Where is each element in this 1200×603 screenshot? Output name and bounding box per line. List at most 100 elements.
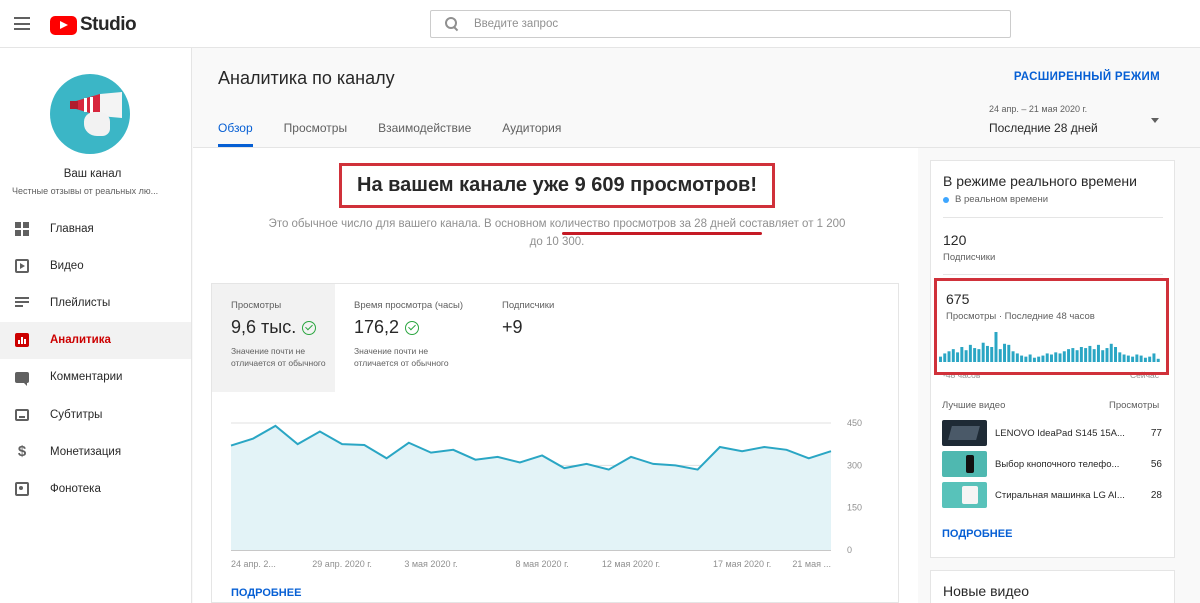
channel-name: Ваш канал <box>63 168 122 180</box>
search-input[interactable] <box>474 18 974 30</box>
top-video-row[interactable]: LENOVO IdeaPad S145 15A... 77 <box>942 420 1162 446</box>
menu-icon[interactable] <box>14 17 30 30</box>
metric-label: Время просмотра (часы) <box>354 300 463 311</box>
y-tick-label: 0 <box>847 545 852 555</box>
x-tick-label: 17 мая 2020 г. <box>713 559 771 569</box>
tab-engagement[interactable]: Взаимодействие <box>378 112 471 147</box>
metric-label: Подписчики <box>502 300 555 311</box>
realtime-live-label: В реальном времени <box>955 194 1049 205</box>
date-range[interactable]: 24 апр. – 21 мая 2020 г. <box>989 104 1087 114</box>
data-point[interactable] <box>473 458 477 462</box>
data-point[interactable] <box>385 456 389 460</box>
sidebar-item-playlists[interactable]: Плейлисты <box>0 284 191 321</box>
metric-subscribers[interactable]: Подписчики +9 <box>483 284 603 392</box>
date-period-select[interactable]: Последние 28 дней <box>989 121 1098 135</box>
overview-more-link[interactable]: ПОДРОБНЕЕ <box>231 587 301 599</box>
data-point[interactable] <box>696 468 700 472</box>
metric-value-text: 9,6 тыс. <box>231 317 297 337</box>
metric-note: Значение почти не отличается от обычного <box>231 346 326 368</box>
data-point[interactable] <box>762 445 766 449</box>
sidebar-item-label: Видео <box>50 259 84 272</box>
divider <box>943 217 1163 218</box>
audio-library-icon <box>14 481 30 497</box>
data-point[interactable] <box>429 451 433 455</box>
data-point[interactable] <box>562 466 566 470</box>
data-point[interactable] <box>340 442 344 446</box>
data-point[interactable] <box>807 456 811 460</box>
monetization-icon: $ <box>17 443 27 461</box>
advanced-mode-link[interactable]: РАСШИРЕННЫЙ РЕЖИМ <box>1014 71 1160 83</box>
tab-audience[interactable]: Аудитория <box>502 112 561 147</box>
x-tick-label: 21 мая ... <box>792 559 831 569</box>
sidebar-item-comments[interactable]: Комментарии <box>0 359 191 396</box>
data-point[interactable] <box>718 445 722 449</box>
metric-value-text: 176,2 <box>354 317 400 337</box>
video-views: 28 <box>1150 489 1162 501</box>
sidebar-item-label: Фонотека <box>50 482 101 495</box>
realtime-title: В режиме реального времени <box>943 173 1137 189</box>
video-views: 56 <box>1150 458 1162 470</box>
video-thumbnail <box>942 482 987 508</box>
data-point[interactable] <box>651 462 655 466</box>
overview-headline: На вашем канале уже 9 609 просмотров! <box>357 174 757 196</box>
data-point[interactable] <box>829 449 833 453</box>
y-tick-label: 150 <box>847 503 862 513</box>
sidebar-item-monetization[interactable]: $ Монетизация <box>0 433 191 470</box>
y-tick-label: 300 <box>847 460 862 470</box>
data-point[interactable] <box>673 463 677 467</box>
data-point[interactable] <box>518 461 522 465</box>
sidebar-item-label: Главная <box>50 222 94 235</box>
sidebar-nav: Главная Видео Плейлисты Аналитика Коммен… <box>0 210 191 508</box>
data-point[interactable] <box>296 442 300 446</box>
realtime-views-label: Просмотры · Последние 48 часов <box>946 311 1095 322</box>
realtime-more-link[interactable]: ПОДРОБНЕЕ <box>942 528 1012 540</box>
data-point[interactable] <box>740 449 744 453</box>
dropdown-caret-icon[interactable] <box>1151 118 1159 123</box>
search-box[interactable] <box>430 10 1011 38</box>
sidebar-item-videos[interactable]: Видео <box>0 247 191 284</box>
data-point[interactable] <box>540 453 544 457</box>
x-tick-label: 3 мая 2020 г. <box>404 559 457 569</box>
studio-logo[interactable]: Studio <box>50 14 137 36</box>
x-tick-label: 8 мая 2020 г. <box>515 559 568 569</box>
data-point[interactable] <box>273 424 277 428</box>
data-point[interactable] <box>251 437 255 441</box>
analytics-tabs: Обзор Просмотры Взаимодействие Аудитория <box>218 112 592 147</box>
analytics-icon <box>14 332 30 348</box>
metric-views[interactable]: Просмотры 9,6 тыс. Значение почти не отл… <box>212 284 335 392</box>
highlight-underline <box>562 232 762 235</box>
data-point[interactable] <box>362 443 366 447</box>
sidebar-item-subtitles[interactable]: Субтитры <box>0 396 191 433</box>
sidebar-item-dashboard[interactable]: Главная <box>0 210 191 247</box>
check-circle-icon <box>405 320 420 335</box>
top-bar: Studio <box>0 0 1200 48</box>
realtime-views-value: 675 <box>946 291 970 307</box>
youtube-logo-icon <box>50 15 77 35</box>
top-video-row[interactable]: Стиральная машинка LG AI... 28 <box>942 482 1162 508</box>
data-point[interactable] <box>607 468 611 472</box>
live-dot-icon <box>943 196 949 203</box>
data-point[interactable] <box>585 462 589 466</box>
data-point[interactable] <box>629 455 633 459</box>
video-thumbnail <box>942 451 987 477</box>
data-point[interactable] <box>318 429 322 433</box>
channel-description: Честные отзывы от реальных лю... <box>12 186 159 196</box>
divider <box>943 274 1163 275</box>
channel-avatar[interactable] <box>50 74 130 154</box>
tab-overview[interactable]: Обзор <box>218 112 253 147</box>
dashboard-icon <box>14 221 30 237</box>
page-title: Аналитика по каналу <box>218 68 395 88</box>
search-icon[interactable] <box>445 17 459 31</box>
tab-views[interactable]: Просмотры <box>284 112 347 147</box>
metric-watch-time[interactable]: Время просмотра (часы) 176,2 Значение по… <box>335 284 483 392</box>
sidebar-item-audio-library[interactable]: Фонотека <box>0 470 191 507</box>
sidebar-item-analytics[interactable]: Аналитика <box>0 321 191 359</box>
data-point[interactable] <box>407 441 411 445</box>
top-video-row[interactable]: Выбор кнопочного телефо... 56 <box>942 451 1162 477</box>
sidebar-item-label: Субтитры <box>50 408 103 421</box>
data-point[interactable] <box>451 448 455 452</box>
new-videos-card: Новые видео <box>930 570 1175 603</box>
data-point[interactable] <box>229 444 233 448</box>
data-point[interactable] <box>496 455 500 459</box>
data-point[interactable] <box>785 448 789 452</box>
